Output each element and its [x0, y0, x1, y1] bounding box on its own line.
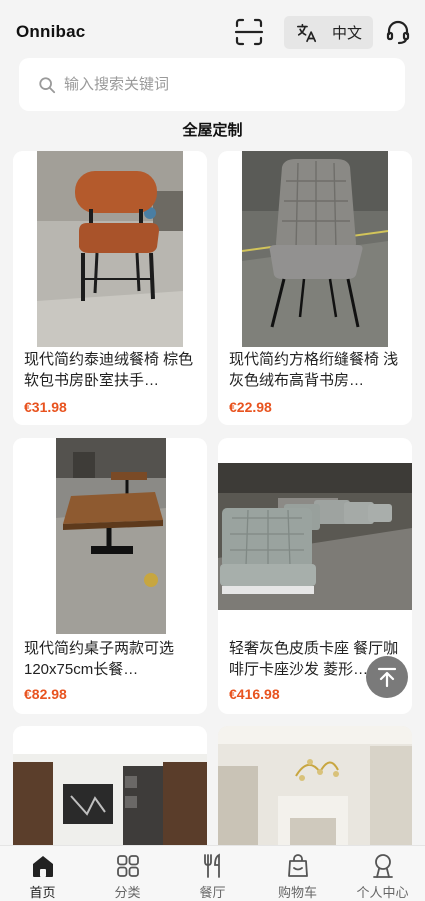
- bag-icon: [287, 854, 308, 877]
- product-price: €82.98: [24, 686, 67, 702]
- scan-icon: [234, 18, 264, 46]
- product-image: [13, 151, 207, 347]
- arrow-up-icon: [377, 667, 397, 688]
- fork-knife-icon: [203, 853, 220, 878]
- product-price: €31.98: [24, 399, 67, 415]
- product-image: [218, 151, 412, 347]
- grid-icon: [116, 855, 139, 877]
- customer-service-button[interactable]: [385, 19, 411, 45]
- tab-cart[interactable]: 购物车: [255, 846, 340, 901]
- tab-label: 分类: [114, 885, 141, 900]
- translate-icon: [297, 23, 317, 42]
- brand-logo-text[interactable]: Onnibac: [16, 22, 85, 42]
- search-input[interactable]: [64, 76, 364, 93]
- section-title: 全屋定制: [182, 122, 243, 139]
- product-name: 现代简约方格绗缝餐椅 浅灰色绒布高背书房…: [229, 351, 399, 389]
- product-card[interactable]: 现代简约泰迪绒餐椅 棕色软包书房卧室扶手… €31.98: [13, 151, 207, 425]
- user-icon: [372, 854, 393, 878]
- tab-category[interactable]: 分类: [85, 846, 170, 901]
- product-image: [218, 438, 412, 634]
- search-icon: [39, 76, 56, 93]
- headset-icon: [386, 20, 410, 45]
- product-name: 现代简约泰迪绒餐椅 棕色软包书房卧室扶手…: [24, 351, 194, 389]
- tab-restaurant[interactable]: 餐厅: [170, 846, 255, 901]
- tab-label: 餐厅: [199, 885, 226, 900]
- language-switch-button[interactable]: 中文: [284, 16, 373, 49]
- tab-profile[interactable]: 个人中心: [340, 846, 425, 901]
- search-bar[interactable]: [19, 58, 405, 111]
- scan-button[interactable]: [234, 17, 264, 47]
- product-name: 现代简约桌子两款可选 120x75cm长餐…: [24, 640, 175, 678]
- product-price: €416.98: [229, 686, 280, 702]
- language-label: 中文: [332, 25, 363, 42]
- back-to-top-button[interactable]: [366, 656, 408, 698]
- tab-label: 首页: [29, 885, 56, 900]
- product-card[interactable]: 现代简约方格绗缝餐椅 浅灰色绒布高背书房… €22.98: [218, 151, 412, 425]
- product-card[interactable]: 现代简约桌子两款可选 120x75cm长餐… €82.98: [13, 438, 207, 714]
- tab-home[interactable]: 首页: [0, 846, 85, 901]
- bottom-tab-bar: 首页 分类 餐厅 购物车 个人中心: [0, 845, 425, 901]
- app-header: Onnibac 中文: [0, 0, 425, 64]
- product-image: [13, 438, 207, 634]
- product-price: €22.98: [229, 399, 272, 415]
- home-icon: [32, 856, 53, 877]
- tab-label: 个人中心: [356, 885, 409, 900]
- tab-label: 购物车: [277, 885, 317, 900]
